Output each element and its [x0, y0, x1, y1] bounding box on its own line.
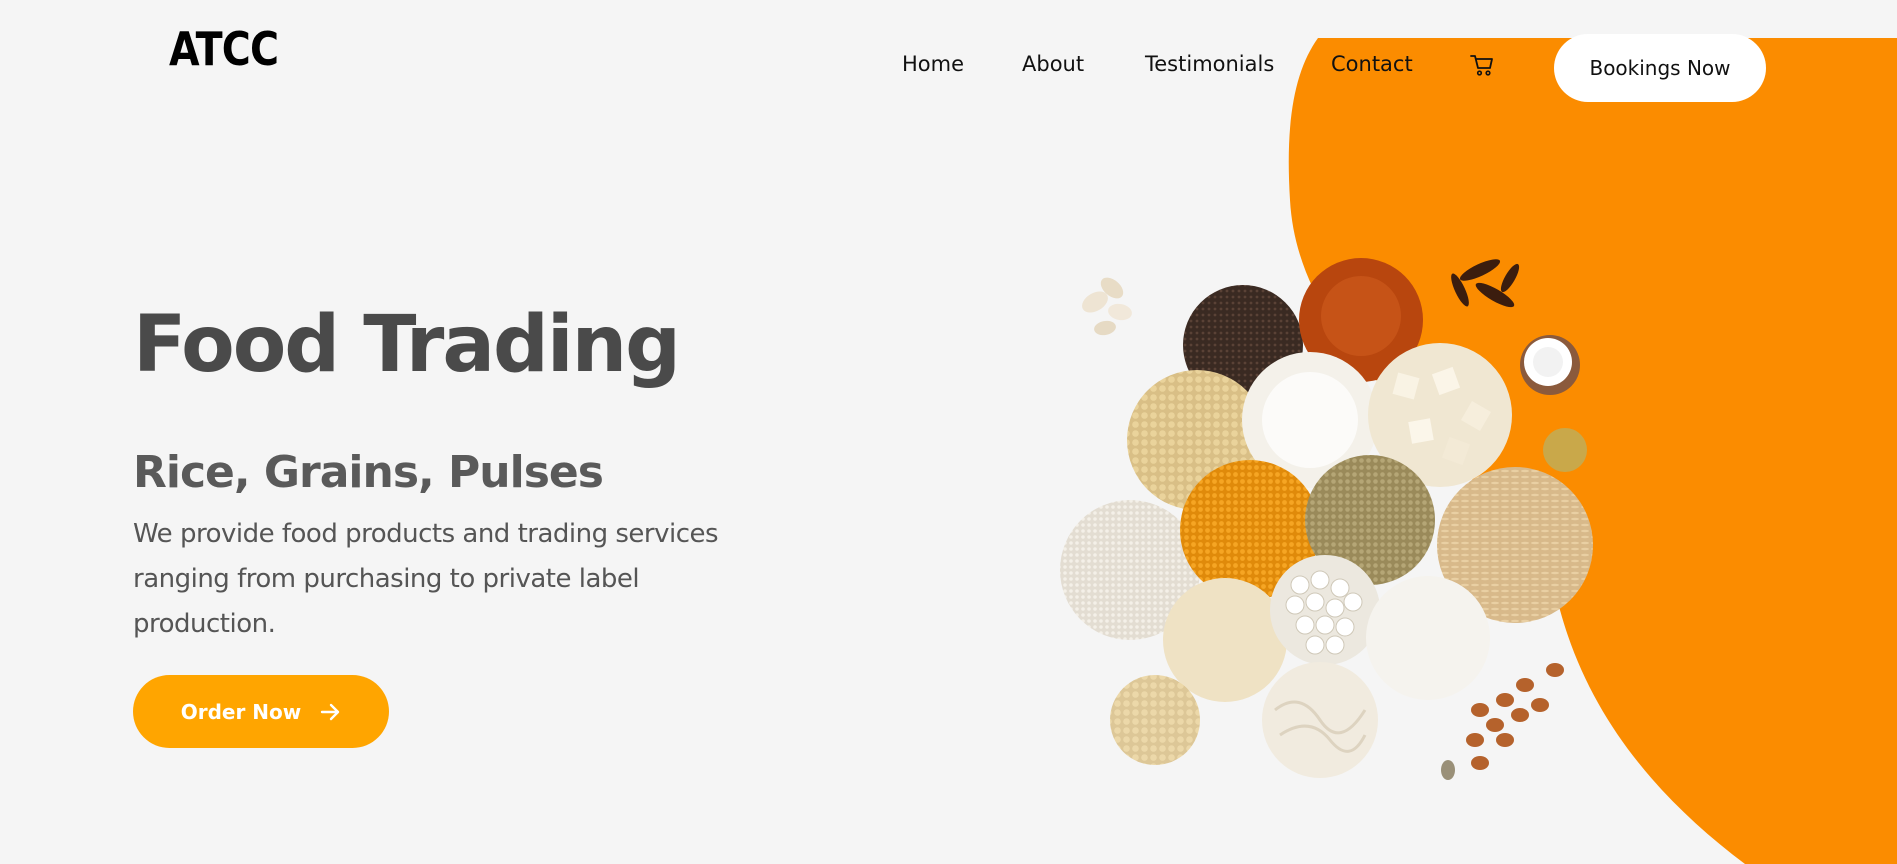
order-now-label: Order Now: [180, 699, 302, 724]
nav-item-home[interactable]: Home: [902, 52, 964, 76]
landing-page: ATCC Home About Testimonials Contact Boo…: [0, 0, 1897, 864]
order-now-button[interactable]: Order Now: [133, 675, 389, 748]
nav-item-about[interactable]: About: [1022, 52, 1084, 76]
bookings-now-button[interactable]: Bookings Now: [1554, 34, 1766, 102]
nav-item-contact[interactable]: Contact: [1331, 52, 1413, 76]
garlic-cloves: [1082, 277, 1132, 336]
shopping-cart-icon[interactable]: [1469, 53, 1495, 77]
arrow-right-icon: [321, 703, 340, 720]
brand-logo[interactable]: ATCC: [169, 22, 279, 76]
hero-subtitle: Rice, Grains, Pulses: [133, 447, 604, 498]
white-beans: [1270, 555, 1380, 665]
hero-title: Food Trading: [133, 300, 681, 390]
spices-grains-pulses-image: [1060, 258, 1593, 780]
bay-leaves: [1451, 259, 1520, 308]
nav-item-testimonials[interactable]: Testimonials: [1145, 52, 1274, 76]
hero-description: We provide food products and trading ser…: [133, 519, 719, 639]
peanuts: [1466, 663, 1564, 770]
vermicelli-pile: [1262, 662, 1378, 778]
